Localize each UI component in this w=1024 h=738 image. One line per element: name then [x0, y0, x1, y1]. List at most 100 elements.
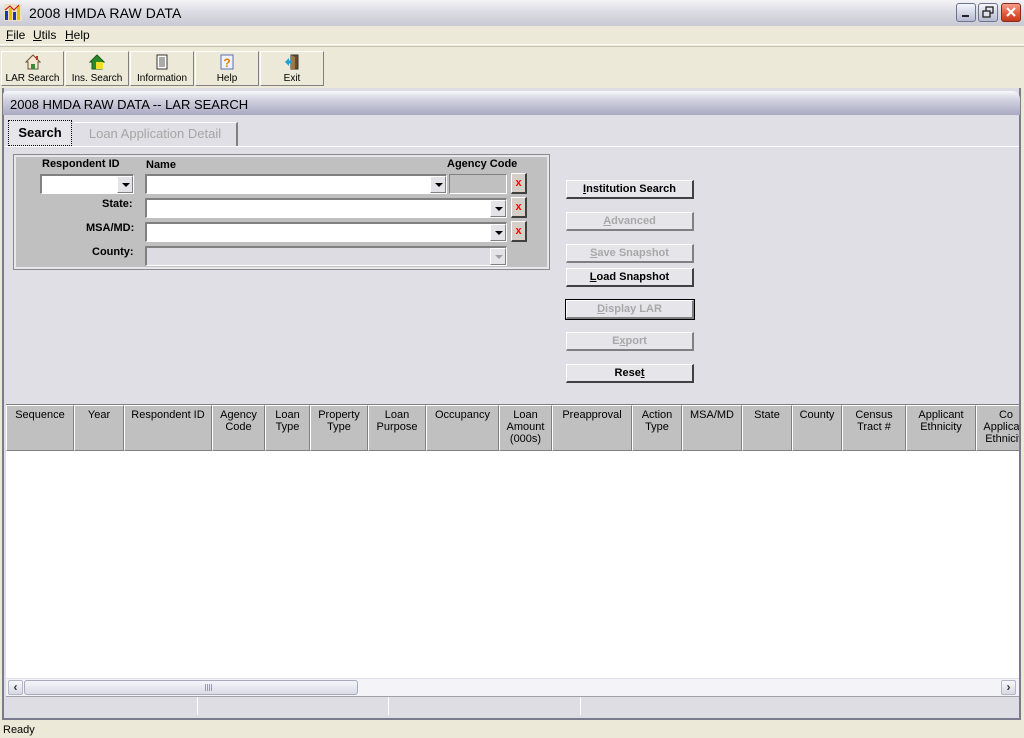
exit-label: Exit [283, 73, 301, 84]
column-header[interactable]: Loan Type [265, 405, 310, 451]
menu-bar: File Utils Help [0, 26, 1024, 45]
column-header[interactable]: Sequence [6, 405, 74, 451]
column-header[interactable]: Applicant Ethnicity [906, 405, 976, 451]
status-text: Ready [3, 724, 35, 736]
action-label-part: ave Snapshot [597, 247, 669, 259]
name-combo[interactable] [145, 174, 447, 194]
chevron-down-icon[interactable] [117, 176, 133, 193]
chevron-down-icon[interactable] [490, 200, 506, 217]
menu-help[interactable]: Help [65, 28, 90, 42]
scroll-left-arrow-icon[interactable]: ‹ [8, 680, 23, 695]
menu-utils-mnemonic: U [33, 28, 42, 42]
ins-search-label: Ins. Search [71, 73, 123, 84]
close-icon [1006, 7, 1016, 17]
action-label-part: nstitution Search [586, 183, 676, 195]
lar-search-button[interactable]: LAR Search [1, 51, 64, 86]
display-lar-button[interactable]: Display LAR [565, 299, 695, 320]
app-logo-icon [4, 4, 22, 21]
column-header[interactable]: Year [74, 405, 124, 451]
column-header[interactable]: Preapproval [552, 405, 632, 451]
column-header[interactable]: MSA/MD [682, 405, 742, 451]
chevron-down-icon[interactable] [490, 224, 506, 241]
window-title: 2008 HMDA RAW DATA [29, 5, 182, 21]
institution-search-button[interactable]: Institution Search [566, 180, 694, 199]
county-label: County: [92, 246, 134, 258]
action-label-part: L [589, 271, 597, 283]
minimize-button[interactable] [956, 3, 976, 22]
toolbar: LAR Search Ins. Search Information ? Hel… [0, 46, 1024, 87]
clear-name-button[interactable]: x [511, 173, 527, 194]
horizontal-scrollbar[interactable]: ‹ › [6, 678, 1019, 696]
menu-help-mnemonic: H [65, 28, 74, 42]
ins-search-button[interactable]: Ins. Search [65, 51, 129, 86]
status-pane [198, 697, 389, 715]
state-label: State: [102, 198, 133, 210]
reset-button[interactable]: Reset [566, 364, 694, 383]
svg-text:?: ? [223, 56, 230, 70]
exit-button[interactable]: Exit [260, 51, 324, 86]
status-pane [581, 697, 1019, 715]
load-snapshot-button[interactable]: Load Snapshot [566, 268, 694, 287]
action-label-part: isplay LAR [605, 303, 662, 315]
state-combo[interactable] [145, 198, 507, 218]
msamd-combo[interactable] [145, 222, 507, 242]
help-label: Help [216, 73, 238, 84]
help-button[interactable]: ? Help [195, 51, 259, 86]
restore-button[interactable] [978, 3, 998, 22]
menu-file[interactable]: File [6, 28, 25, 42]
lar-results-grid[interactable]: Sequence Year Respondent ID Agency Code Loan… [6, 404, 1019, 679]
clear-msamd-button[interactable]: x [511, 221, 527, 242]
menu-file-label: ile [13, 28, 26, 42]
column-header[interactable]: County [792, 405, 842, 451]
column-header[interactable]: Census Tract # [842, 405, 906, 451]
name-label: Name [146, 159, 176, 171]
save-snapshot-button[interactable]: Save Snapshot [566, 244, 694, 263]
chevron-down-icon[interactable] [430, 176, 446, 193]
tab-search[interactable]: Search [8, 120, 72, 146]
export-button[interactable]: Export [566, 332, 694, 351]
action-label-part: dvanced [611, 215, 656, 227]
menu-utils-label: tils [41, 28, 57, 42]
action-label-part: t [640, 367, 645, 379]
respondent-id-label: Respondent ID [42, 158, 120, 170]
advanced-button[interactable]: Advanced [566, 212, 694, 231]
column-header[interactable]: Loan Amount (000s) [499, 405, 552, 451]
status-bar [0, 722, 1024, 738]
column-header[interactable]: Action Type [632, 405, 682, 451]
notebook-icon [156, 54, 168, 70]
action-label-part: Rese [614, 367, 641, 379]
column-header[interactable]: Occupancy [426, 405, 499, 451]
county-combo[interactable] [145, 246, 507, 266]
column-header[interactable]: Agency Code [212, 405, 265, 451]
scroll-right-arrow-icon[interactable]: › [1001, 680, 1016, 695]
tab-loan-application-detail[interactable]: Loan Application Detail [74, 122, 238, 146]
column-header[interactable]: State [742, 405, 792, 451]
menu-help-label: elp [73, 28, 90, 42]
scrollbar-thumb[interactable] [24, 680, 358, 695]
column-header[interactable]: Loan Purpose [368, 405, 426, 451]
lar-search-label: LAR Search [5, 73, 60, 84]
chevron-down-icon [490, 248, 506, 265]
minimize-icon [962, 15, 969, 17]
action-label-part: oad Snapshot [596, 271, 670, 283]
clear-state-button[interactable]: x [511, 197, 527, 218]
column-header[interactable]: Respondent ID [124, 405, 212, 451]
help-document-icon: ? [220, 54, 234, 70]
close-button[interactable] [1001, 3, 1021, 22]
exit-door-icon [285, 54, 299, 70]
menu-utils[interactable]: Utils [33, 28, 56, 42]
status-pane [389, 697, 581, 715]
respondent-id-combo[interactable] [40, 174, 134, 194]
msamd-label: MSA/MD: [86, 222, 135, 234]
green-house-icon [89, 54, 105, 70]
action-label-part: D [597, 303, 606, 315]
column-header[interactable]: Co Applicant Ethnicity [976, 405, 1019, 451]
action-label-part: port [625, 335, 647, 347]
information-button[interactable]: Information [130, 51, 194, 86]
action-label-part: A [603, 215, 612, 227]
column-header[interactable]: Property Type [310, 405, 368, 451]
agency-code-field [449, 174, 507, 194]
status-pane [6, 697, 198, 715]
child-window-title: 2008 HMDA RAW DATA -- LAR SEARCH [10, 97, 249, 112]
information-label: Information [136, 73, 188, 84]
